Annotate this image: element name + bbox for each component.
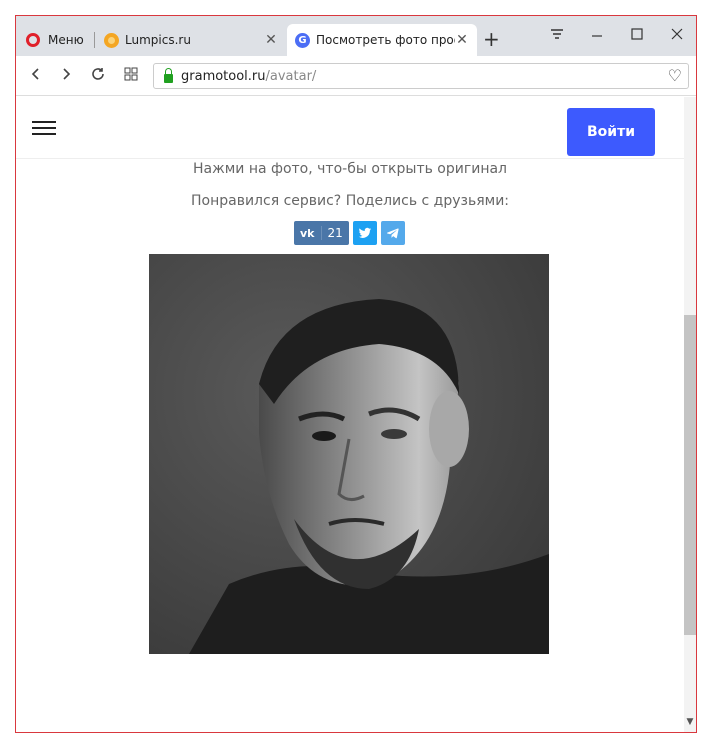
close-icon[interactable]: ✕ [264,32,278,48]
tab-strip: Меню Lumpics.ru ✕ G Посмотреть фото проф… [16,16,696,56]
profile-avatar-photo[interactable] [149,254,549,654]
url-domain: gramotool.ru [181,68,266,84]
tab-lumpics[interactable]: Lumpics.ru ✕ [96,24,286,56]
twitter-share-button[interactable] [352,221,377,245]
page-content: Войти Нажми на фото, что-бы открыть ориг… [16,97,696,732]
share-buttons: vk 21 [294,221,405,245]
close-icon[interactable]: ✕ [455,32,469,48]
url-path: /avatar/ [265,68,317,84]
address-bar: gramotool.ru/avatar/ ♡ [16,56,696,96]
lock-icon [164,67,173,83]
twitter-icon [358,227,371,238]
back-icon[interactable] [26,66,46,86]
avatar-image [149,254,549,654]
login-button[interactable]: Войти [567,108,655,156]
menu-label: Меню [48,33,84,47]
minimize-icon[interactable] [587,26,607,46]
tab-title: Lumpics.ru [125,33,191,47]
vk-icon: vk [300,226,315,240]
telegram-icon [386,228,399,239]
tab-gramotool[interactable]: G Посмотреть фото проф ✕ [287,24,477,56]
site-header: Войти [16,97,684,159]
vk-share-count: 21 [320,226,349,240]
tab-menu-icon[interactable] [547,26,567,46]
reload-icon[interactable] [88,66,108,86]
vk-share-button[interactable]: vk 21 [294,221,349,245]
opera-menu-button[interactable]: Меню [16,24,84,56]
share-prompt: Понравился сервис? Поделись с друзьями: [190,193,510,209]
telegram-share-button[interactable] [380,221,405,245]
browser-window: Меню Lumpics.ru ✕ G Посмотреть фото проф… [15,15,697,733]
forward-icon[interactable] [56,66,76,86]
scrollbar-thumb[interactable] [684,315,696,635]
tab-title: Посмотреть фото проф [316,33,455,47]
url-field[interactable]: gramotool.ru/avatar/ ♡ [153,63,689,89]
hamburger-menu-icon[interactable] [32,121,56,135]
speed-dial-icon[interactable] [121,66,141,86]
new-tab-button[interactable]: + [483,29,500,49]
google-favicon-icon: G [295,32,310,48]
heart-icon[interactable]: ♡ [668,66,682,85]
tab-separator [94,32,95,48]
close-window-icon[interactable] [667,26,687,46]
open-original-hint: Нажми на фото, что-бы открыть оригинал [192,161,507,177]
opera-logo-icon [26,33,40,47]
lumpics-favicon-icon [104,32,119,48]
scroll-down-icon[interactable]: ▼ [684,717,696,727]
maximize-icon[interactable] [627,26,647,46]
